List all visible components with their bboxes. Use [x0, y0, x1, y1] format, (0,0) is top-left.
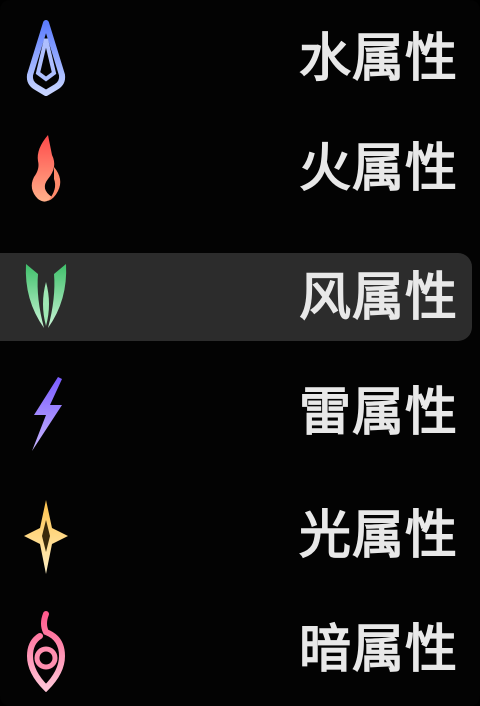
attribute-label: 水属性 [298, 29, 458, 89]
dark-swirl-icon [18, 608, 74, 692]
attribute-item-wind[interactable]: 风属性 [0, 246, 472, 342]
attribute-label: 风属性 [298, 268, 458, 328]
attribute-label: 雷属性 [298, 383, 458, 443]
attribute-item-thunder[interactable]: 雷属性 [0, 365, 470, 461]
attribute-label: 光属性 [298, 506, 458, 566]
attribute-item-light[interactable]: 光属性 [0, 488, 470, 584]
attribute-label: 火属性 [298, 139, 458, 199]
light-star-icon [18, 494, 74, 578]
attribute-item-dark[interactable]: 暗属性 [0, 602, 470, 698]
lightning-icon [18, 371, 74, 455]
attribute-item-water[interactable]: 水属性 [0, 11, 470, 107]
attribute-label: 暗属性 [298, 620, 458, 680]
water-drop-icon [18, 17, 74, 101]
flame-icon [18, 127, 74, 211]
wind-leaf-icon [18, 254, 74, 338]
attribute-menu-panel: 水属性 火属性 风属性 雷属性 光属性 暗属性 [0, 0, 480, 706]
attribute-item-fire[interactable]: 火属性 [0, 121, 470, 217]
